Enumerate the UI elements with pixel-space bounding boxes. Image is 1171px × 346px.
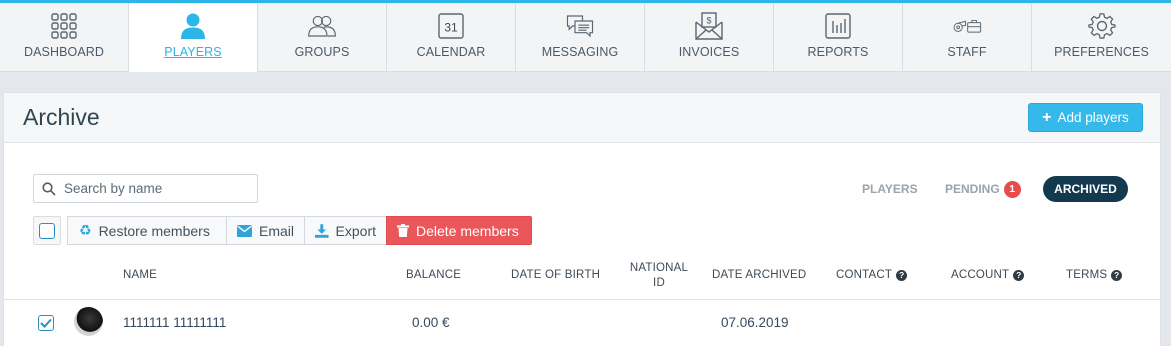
- plus-icon: +: [1042, 108, 1052, 126]
- column-header-date-archived[interactable]: DATE ARCHIVED: [712, 269, 806, 281]
- nav-reports[interactable]: REPORTS: [774, 3, 903, 71]
- player-person-icon: [178, 12, 208, 40]
- nav-label: MESSAGING: [541, 45, 619, 59]
- bulk-actions-toolbar: ♻ Restore members Email Export Delete me…: [67, 216, 532, 245]
- nav-invoices[interactable]: $ INVOICES: [645, 3, 774, 71]
- nav-label: INVOICES: [678, 45, 740, 59]
- restore-members-button[interactable]: ♻ Restore members: [67, 216, 226, 245]
- nav-messaging[interactable]: MESSAGING: [516, 3, 645, 71]
- groups-people-icon: [307, 12, 337, 40]
- column-header-national-id[interactable]: NATIONAL ID: [626, 261, 692, 291]
- add-players-button[interactable]: + Add players: [1028, 103, 1143, 132]
- national-id-line-1: NATIONAL: [629, 262, 689, 274]
- envelope-icon: [237, 224, 252, 237]
- panel-header: Archive + Add players: [4, 93, 1160, 143]
- email-button[interactable]: Email: [226, 216, 304, 245]
- nav-label: GROUPS: [294, 45, 350, 59]
- nav-groups[interactable]: GROUPS: [258, 3, 387, 71]
- row-date-archived: 07.06.2019: [721, 315, 789, 330]
- nav-label: PLAYERS: [164, 45, 222, 59]
- chat-bubbles-icon: [565, 12, 595, 40]
- trash-icon: [397, 224, 409, 237]
- filter-pending-label: PENDING: [945, 182, 1000, 196]
- column-header-balance[interactable]: BALANCE: [406, 269, 461, 281]
- delete-members-label: Delete members: [416, 222, 519, 239]
- export-label: Export: [335, 222, 376, 239]
- calendar-icon: 31: [436, 12, 466, 40]
- terms-header-label: TERMS: [1066, 269, 1108, 281]
- download-icon: [315, 223, 329, 238]
- column-header-account[interactable]: ACCOUNT?: [951, 269, 1025, 281]
- contact-header-label: CONTACT: [836, 269, 893, 281]
- column-header-date-of-birth[interactable]: DATE OF BIRTH: [511, 269, 600, 281]
- search-icon: [42, 181, 56, 196]
- row-name[interactable]: 1111111 11111111: [123, 315, 226, 330]
- filter-archived[interactable]: ARCHIVED: [1043, 176, 1128, 202]
- export-button[interactable]: Export: [304, 216, 386, 245]
- checkmark-icon: [40, 318, 52, 328]
- filter-pending[interactable]: PENDING 1: [945, 176, 1021, 202]
- column-header-contact[interactable]: CONTACT?: [836, 269, 908, 281]
- avatar: [74, 307, 103, 336]
- row-balance: 0.00 €: [412, 315, 450, 330]
- nav-label: CALENDAR: [416, 45, 486, 59]
- search-box: [33, 174, 258, 203]
- nav-label: DASHBOARD: [23, 45, 105, 59]
- add-players-label: Add players: [1057, 110, 1129, 125]
- help-icon[interactable]: ?: [1013, 269, 1025, 281]
- delete-members-button[interactable]: Delete members: [386, 216, 532, 245]
- email-label: Email: [258, 222, 294, 239]
- bar-chart-icon: [823, 12, 853, 40]
- svg-text:$: $: [706, 16, 711, 26]
- recycle-icon: ♻: [79, 222, 92, 238]
- filter-players[interactable]: PLAYERS: [862, 176, 918, 202]
- nav-dashboard[interactable]: DASHBOARD: [0, 3, 129, 71]
- nav-label: REPORTS: [807, 45, 869, 59]
- select-all-checkbox[interactable]: [39, 222, 55, 239]
- main-navigation: DASHBOARD PLAYERS GROUPS 31 CALENDAR MES…: [0, 3, 1171, 72]
- help-icon[interactable]: ?: [1111, 269, 1123, 281]
- nav-players[interactable]: PLAYERS: [129, 3, 258, 72]
- column-header-name[interactable]: NAME: [123, 269, 157, 281]
- nav-label: PREFERENCES: [1054, 45, 1149, 59]
- gear-icon: [1087, 12, 1117, 40]
- dashboard-grid-icon: [49, 12, 79, 40]
- column-header-terms[interactable]: TERMS?: [1066, 269, 1123, 281]
- calendar-day-number: 31: [444, 21, 458, 35]
- account-header-label: ACCOUNT: [951, 269, 1010, 281]
- invoice-envelope-icon: $: [694, 12, 724, 40]
- help-icon[interactable]: ?: [896, 269, 908, 281]
- row-checkbox[interactable]: [38, 315, 54, 331]
- nav-label: STAFF: [947, 45, 987, 59]
- nav-calendar[interactable]: 31 CALENDAR: [387, 3, 516, 71]
- nav-staff[interactable]: STAFF: [903, 3, 1032, 71]
- table-row[interactable]: 1111111 11111111 0.00 € 07.06.2019: [4, 299, 1160, 345]
- national-id-line-2: ID: [653, 277, 665, 289]
- whistle-briefcase-icon: [952, 12, 982, 40]
- pending-count-badge: 1: [1003, 180, 1021, 198]
- archive-panel: Archive + Add players PLAYERS PENDING 1 …: [3, 92, 1161, 346]
- restore-members-label: Restore members: [98, 222, 210, 239]
- page-title: Archive: [23, 104, 100, 130]
- nav-preferences[interactable]: PREFERENCES: [1032, 3, 1171, 71]
- search-input[interactable]: [64, 181, 244, 196]
- select-all-toggle[interactable]: [33, 216, 61, 245]
